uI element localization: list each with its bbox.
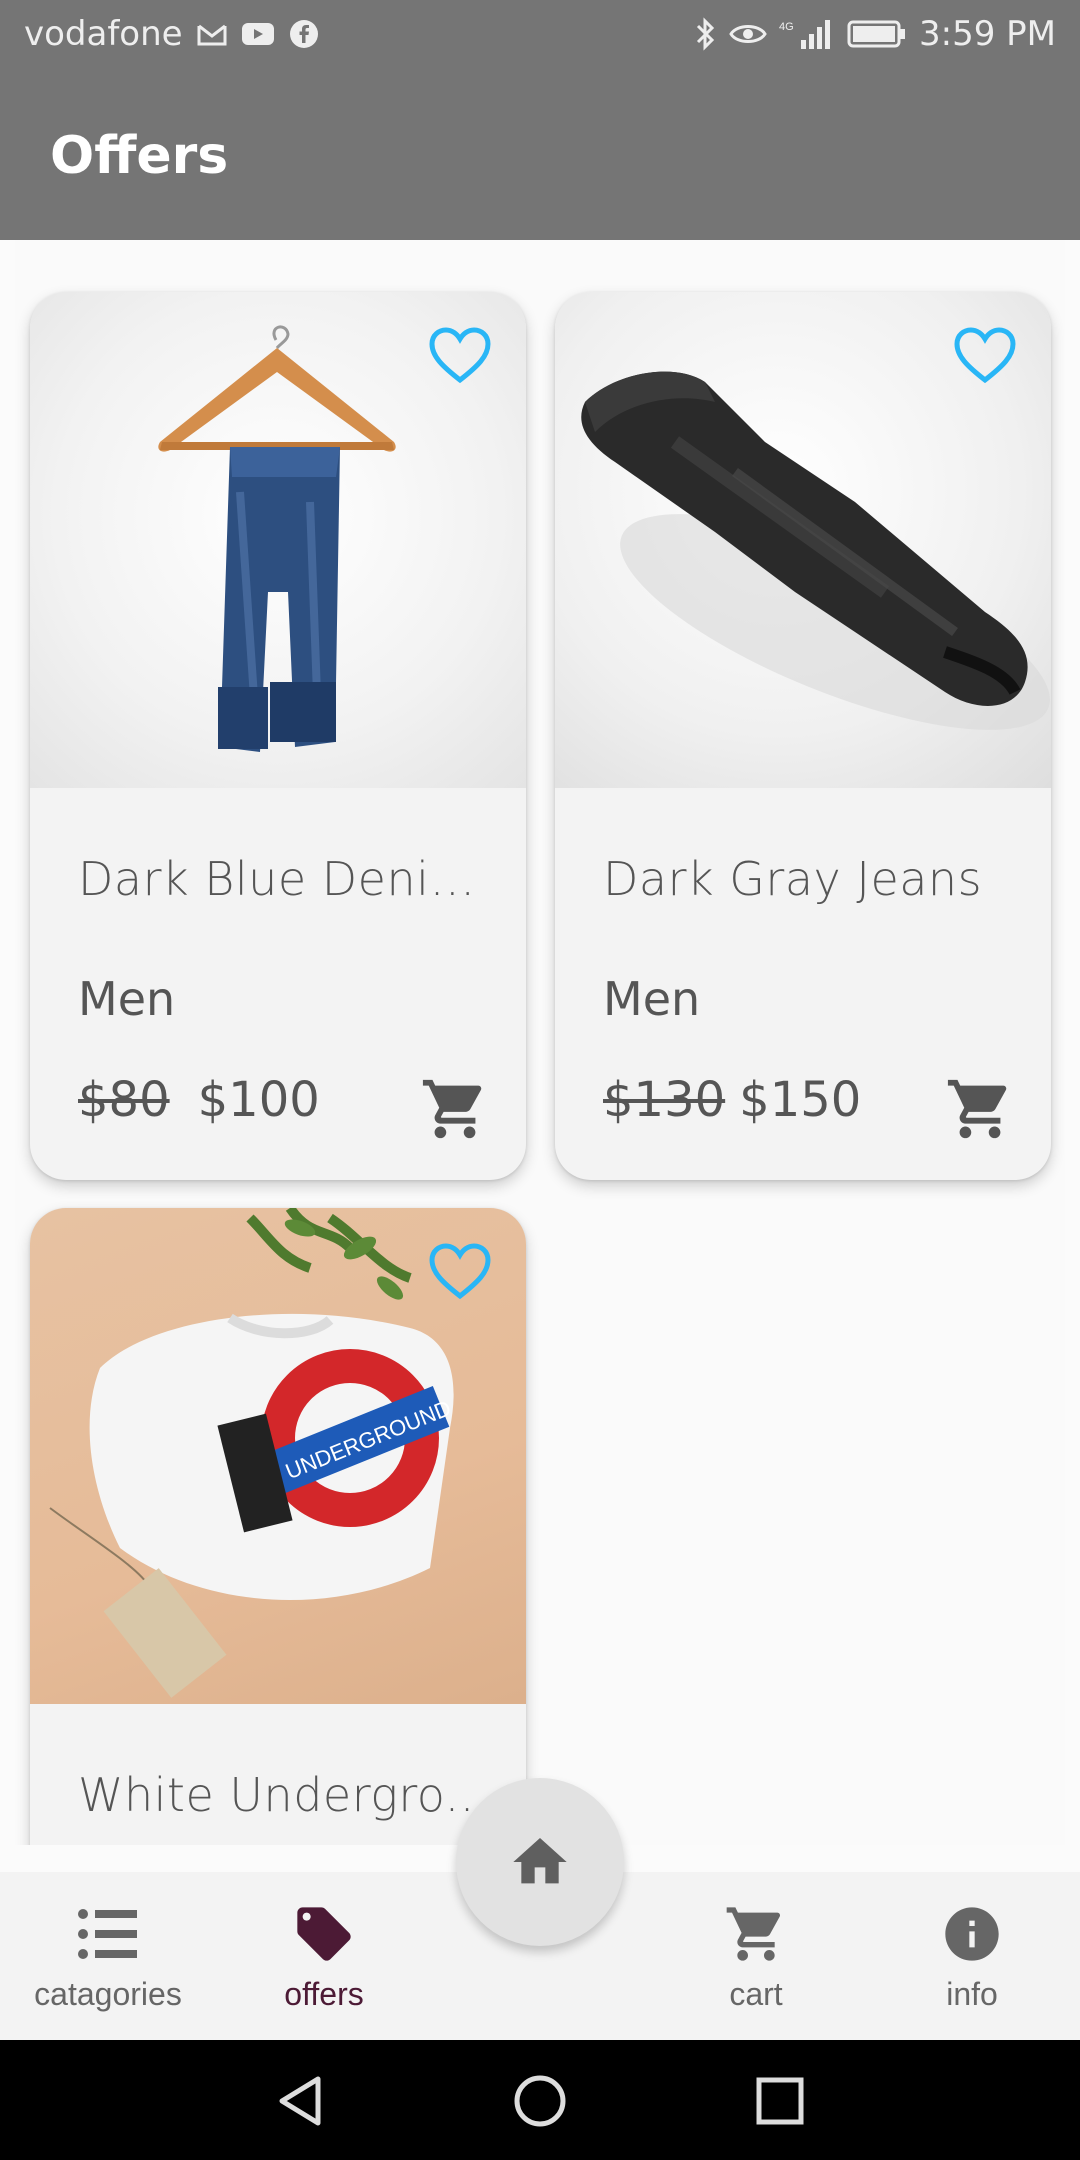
product-card[interactable]: Dark Blue Denim... Men $80 $100 <box>30 292 526 1180</box>
carrier-label: vodafone <box>24 14 183 54</box>
product-category: Men <box>603 972 701 1026</box>
status-left: vodafone <box>24 14 319 54</box>
tag-icon <box>292 1902 356 1966</box>
status-bar: vodafone 4G 3:59 PM <box>0 0 1080 74</box>
recents-button[interactable] <box>745 2066 815 2136</box>
recents-square-icon <box>756 2077 804 2125</box>
product-name: White Undergro... <box>78 1768 491 1822</box>
home-button[interactable] <box>456 1778 624 1946</box>
add-to-cart-button[interactable] <box>945 1074 1015 1144</box>
nav-label: info <box>946 1976 998 2012</box>
favorite-heart-icon[interactable] <box>953 326 1017 386</box>
gmail-icon <box>197 22 227 46</box>
system-navigation-bar <box>0 2040 1080 2160</box>
cart-icon <box>947 1079 1007 1139</box>
facebook-icon <box>289 19 319 49</box>
home-icon <box>513 1838 567 1884</box>
offers-grid: Dark Blue Denim... Men $80 $100 Dark Gra… <box>15 240 1065 1845</box>
nav-item-offers[interactable]: offers <box>216 1872 432 2040</box>
nav-label: offers <box>284 1976 364 2012</box>
nav-label: catagories <box>34 1976 182 2012</box>
eye-icon <box>729 20 767 48</box>
product-card[interactable]: Dark Gray Jeans Men $130 $150 <box>555 292 1051 1180</box>
favorite-heart-icon[interactable] <box>428 1242 492 1302</box>
add-to-cart-button[interactable] <box>420 1074 490 1144</box>
nav-item-cart[interactable]: cart <box>648 1872 864 2040</box>
time-label: 3:59 PM <box>919 14 1056 54</box>
old-price: $80 <box>78 1072 170 1128</box>
youtube-icon <box>241 21 275 47</box>
svg-text:4G: 4G <box>779 21 794 33</box>
info-icon <box>940 1902 1004 1966</box>
signal-icon: 4G <box>779 18 835 50</box>
price-row: $130 $150 <box>603 1072 861 1128</box>
product-image[interactable] <box>30 292 526 788</box>
nav-item-categories[interactable]: catagories <box>0 1872 216 2040</box>
old-price: $130 <box>603 1072 726 1128</box>
battery-icon <box>847 19 907 49</box>
screen: vodafone 4G 3:59 PM Offers Dark Blue Den… <box>0 0 1080 2160</box>
nav-item-info[interactable]: info <box>864 1872 1080 2040</box>
product-card[interactable]: UNDERGROUND White Undergro... <box>30 1208 526 1845</box>
page-title: Offers <box>50 126 229 186</box>
app-bar: Offers <box>0 74 1080 240</box>
home-system-button[interactable] <box>505 2066 575 2136</box>
back-button[interactable] <box>265 2066 335 2136</box>
price-row: $80 $100 <box>78 1072 320 1128</box>
product-image[interactable]: UNDERGROUND <box>30 1208 526 1704</box>
product-category: Men <box>78 972 176 1026</box>
current-price: $100 <box>197 1072 320 1128</box>
nav-label: cart <box>729 1976 783 2012</box>
home-circle-icon <box>514 2075 566 2127</box>
list-icon <box>76 1902 140 1966</box>
back-triangle-icon <box>279 2076 321 2126</box>
product-image[interactable] <box>555 292 1051 788</box>
cart-icon <box>724 1902 788 1966</box>
product-name: Dark Gray Jeans <box>603 852 983 906</box>
bluetooth-icon <box>695 17 717 51</box>
status-right: 4G 3:59 PM <box>695 14 1056 54</box>
favorite-heart-icon[interactable] <box>428 326 492 386</box>
product-name: Dark Blue Denim... <box>78 852 498 906</box>
current-price: $150 <box>739 1072 862 1128</box>
cart-icon <box>422 1079 482 1139</box>
